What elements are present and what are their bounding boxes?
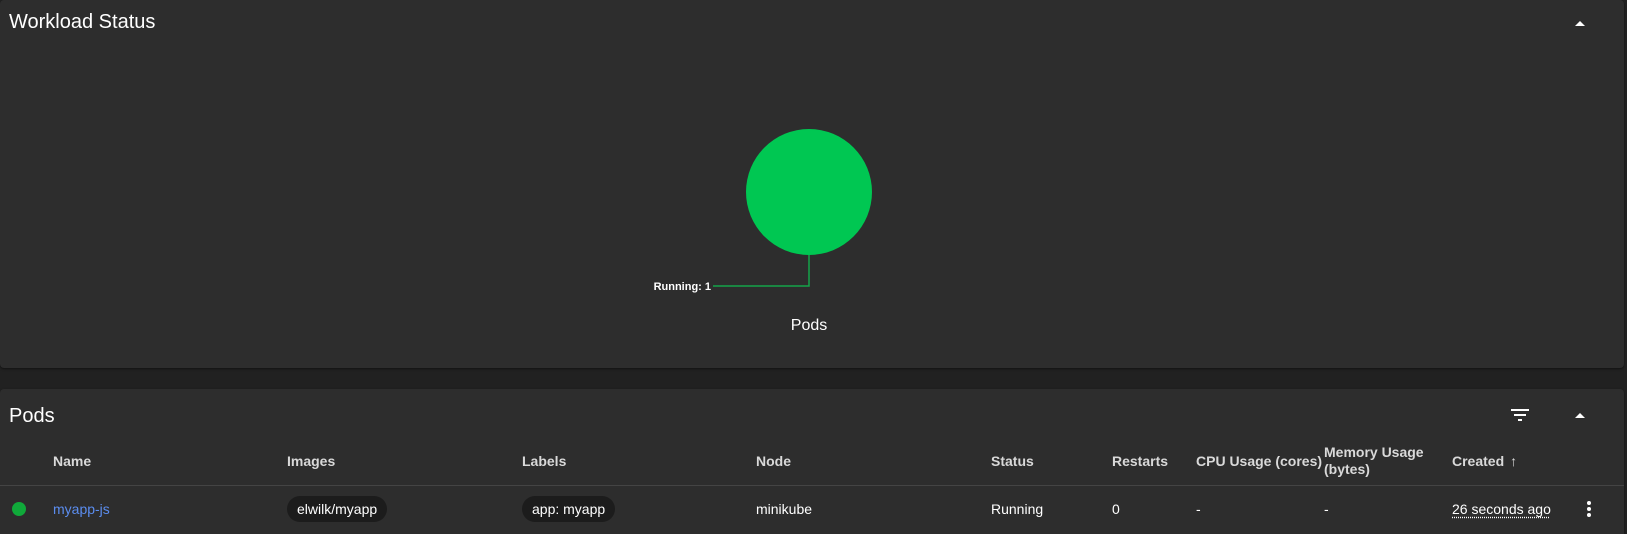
- pod-restarts-cell: 0: [1112, 501, 1120, 517]
- pod-labels-cell: app: myapp: [522, 485, 616, 533]
- column-header-memory: Memory Usage (bytes): [1324, 437, 1424, 485]
- pod-created-cell: 26 seconds ago: [1452, 485, 1551, 533]
- created-timestamp: 26 seconds ago: [1452, 501, 1551, 517]
- pod-name-link[interactable]: myapp-js: [53, 501, 110, 517]
- pie-chart-svg: Running: 1: [654, 129, 872, 293]
- pod-status-cell: Running: [991, 501, 1044, 517]
- pods-table-header: Name Images Labels Node Status Restarts …: [0, 437, 1624, 486]
- column-header-cpu: CPU Usage (cores): [1196, 452, 1323, 469]
- row-actions-button[interactable]: [1571, 491, 1607, 527]
- pod-memory-cell: -: [1324, 501, 1329, 517]
- column-header-status: Status: [991, 452, 1034, 469]
- column-header-memory-line2: (bytes): [1324, 461, 1370, 477]
- chevron-up-icon: [1575, 413, 1585, 418]
- more-vert-icon: [1587, 501, 1591, 517]
- workload-status-card: Workload Status Running: 1 Pods: [0, 0, 1624, 368]
- image-chip: elwilk/myapp: [287, 496, 388, 522]
- pod-name-cell[interactable]: myapp-js: [53, 485, 110, 533]
- column-header-labels: Labels: [522, 452, 567, 469]
- pod-cpu-cell: -: [1196, 501, 1201, 517]
- chart-title: Pods: [790, 317, 828, 334]
- filter-button[interactable]: [1502, 397, 1538, 433]
- column-header-images: Images: [287, 452, 336, 469]
- running-status-indicator: [12, 502, 26, 516]
- pie-slice-label: Running: 1: [654, 281, 711, 293]
- pods-status-chart: Running: 1 Pods: [0, 0, 1624, 368]
- table-row: myapp-js elwilk/myapp app: myapp minikub…: [0, 485, 1624, 534]
- status-dot-icon: [12, 485, 26, 533]
- column-header-memory-line1: Memory Usage: [1324, 444, 1424, 460]
- column-header-created-label: Created: [1452, 452, 1505, 469]
- column-header-restarts: Restarts: [1112, 452, 1169, 469]
- collapse-pods-button[interactable]: [1562, 397, 1598, 433]
- pod-image-cell: elwilk/myapp: [287, 485, 388, 533]
- pie-slice-running: [746, 129, 872, 255]
- pods-title: Pods: [9, 405, 55, 427]
- column-header-name[interactable]: Name: [53, 437, 91, 485]
- pie-label-leader-line: [713, 255, 810, 287]
- sort-arrow-up-icon: ↑: [1510, 452, 1518, 469]
- pods-card: Pods Name Images Labels Node Status Rest…: [0, 389, 1624, 534]
- pod-node-cell: minikube: [756, 501, 813, 517]
- column-header-created[interactable]: Created ↑: [1452, 437, 1517, 485]
- filter-icon: [1511, 409, 1529, 421]
- label-chip: app: myapp: [522, 496, 616, 522]
- column-header-node: Node: [756, 452, 791, 469]
